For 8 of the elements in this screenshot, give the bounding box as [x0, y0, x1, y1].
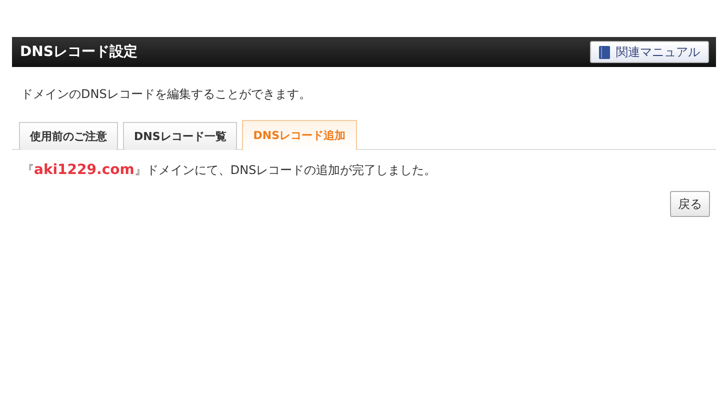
page-title: DNSレコード設定 — [20, 43, 138, 61]
description-text: ドメインのDNSレコードを編集することができます。 — [21, 86, 312, 103]
back-button[interactable]: 戻る — [670, 191, 710, 217]
tab[interactable]: 使用前のご注意 — [19, 122, 118, 150]
manual-button[interactable]: 関連マニュアル — [590, 41, 709, 63]
completion-message: 『aki1229.com』ドメインにて、DNSレコードの追加が完了しました。 — [22, 162, 438, 179]
book-icon — [599, 46, 610, 58]
tab[interactable]: DNSレコード一覧 — [123, 122, 238, 150]
